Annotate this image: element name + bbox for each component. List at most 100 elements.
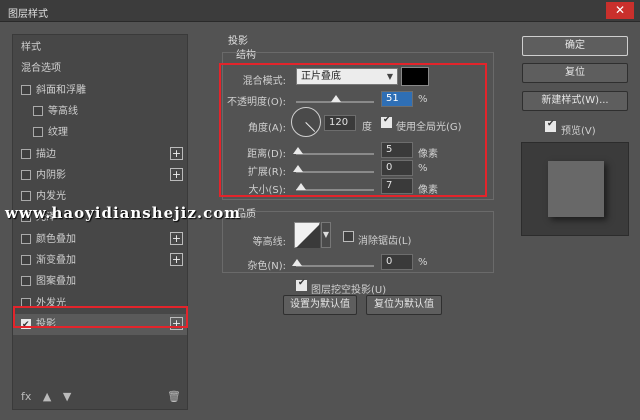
chevron-down-icon: ▼ (386, 72, 393, 81)
size-slider-track[interactable] (296, 189, 374, 191)
reset-default-button[interactable]: 复位为默认值 (366, 295, 442, 315)
style-checkbox[interactable] (21, 276, 31, 287)
blend-mode-select[interactable]: 正片叠底 ▼ (296, 68, 398, 85)
opacity-unit: % (418, 94, 428, 105)
angle-unit: 度 (362, 122, 372, 133)
opacity-slider-knob[interactable] (330, 95, 341, 102)
style-item-label: 描边 (36, 148, 56, 160)
blend-mode-label: 混合模式: (242, 76, 286, 87)
new-style-button[interactable]: 新建样式(W)... (522, 91, 628, 111)
distance-slider-track[interactable] (296, 153, 374, 155)
angle-dial[interactable] (291, 107, 321, 137)
fx-icon[interactable]: fx (21, 390, 31, 403)
style-checkbox[interactable] (21, 315, 31, 336)
spread-slider-track[interactable] (296, 171, 374, 173)
angle-input[interactable]: 120 (324, 115, 356, 131)
style-checkbox[interactable] (21, 84, 31, 95)
style-item-label: 等高线 (48, 105, 78, 117)
style-list-item[interactable]: 图案叠加 (13, 271, 187, 292)
title-bar: 图层样式 ✕ (0, 0, 640, 22)
style-list-item[interactable]: 渐变叠加 + (13, 250, 187, 271)
style-list-item[interactable]: 纹理 (13, 122, 187, 143)
style-list-item[interactable]: 外发光 (13, 293, 187, 314)
move-down-icon[interactable]: ▼ (63, 390, 71, 403)
antialias-label: 消除锯齿(L) (358, 236, 412, 247)
close-button[interactable]: ✕ (606, 2, 634, 19)
knockout-label: 图层挖空投影(U) (311, 285, 387, 296)
noise-slider-track[interactable] (296, 265, 374, 267)
style-item-label: 投影 (36, 318, 56, 330)
style-list-panel: fx ▲ ▼ 🗑 样式 混合选项 斜面和浮雕 等高线 纹理 描边 + 内阴影 + 内发光 光泽 颜色叠… (12, 34, 188, 410)
add-instance-icon[interactable]: + (170, 253, 183, 266)
style-list-item[interactable]: 描边 + (13, 144, 187, 165)
style-checkbox[interactable] (33, 127, 43, 138)
blend-mode-value: 正片叠底 (301, 71, 341, 82)
spread-slider-knob[interactable] (293, 165, 303, 172)
add-instance-icon[interactable]: + (170, 146, 183, 160)
style-item-label: 斜面和浮雕 (36, 84, 86, 96)
style-item-label: 外发光 (36, 297, 66, 309)
preview-thumbnail (521, 142, 629, 236)
style-list-item[interactable]: 等高线 (13, 101, 187, 122)
list-footer: fx ▲ ▼ (21, 390, 79, 403)
make-default-button[interactable]: 设置为默认值 (283, 295, 357, 315)
window-title: 图层样式 (8, 9, 48, 20)
spread-input[interactable]: 0 (381, 160, 413, 176)
global-light-label: 使用全局光(G) (396, 122, 462, 133)
preview-checkbox[interactable] (545, 119, 556, 132)
style-checkbox[interactable] (21, 191, 31, 202)
ok-button[interactable]: 确定 (522, 36, 628, 56)
style-checkbox[interactable] (33, 105, 43, 116)
contour-label: 等高线: (252, 237, 286, 248)
size-label: 大小(S): (248, 185, 286, 196)
add-instance-icon[interactable]: + (170, 167, 183, 181)
distance-label: 距离(D): (247, 149, 286, 160)
style-item-label: 样式 (21, 42, 41, 53)
style-list-item[interactable]: 投影 + (13, 313, 187, 336)
antialias-checkbox[interactable] (343, 231, 354, 242)
contour-picker[interactable] (294, 222, 320, 248)
preview-square (548, 161, 604, 217)
distance-unit: 像素 (418, 149, 438, 160)
style-checkbox[interactable] (21, 148, 31, 159)
opacity-input[interactable]: 51 (381, 91, 413, 107)
shadow-color-swatch[interactable] (401, 67, 429, 86)
style-checkbox[interactable] (21, 255, 31, 265)
noise-label: 杂色(N): (247, 261, 286, 272)
style-list-item[interactable]: 混合选项 (13, 58, 187, 79)
linear-contour-icon (296, 224, 320, 248)
trash-icon[interactable]: 🗑 (167, 390, 181, 403)
style-item-label: 纹理 (48, 127, 68, 139)
distance-slider-knob[interactable] (293, 147, 303, 154)
style-list-item[interactable]: 内阴影 + (13, 165, 187, 186)
drop-shadow-title: 投影 (228, 36, 248, 47)
add-instance-icon[interactable]: + (170, 316, 183, 330)
style-list-item[interactable]: 颜色叠加 + (13, 229, 187, 250)
spread-unit: % (418, 163, 428, 174)
distance-input[interactable]: 5 (381, 142, 413, 158)
style-checkbox[interactable] (21, 297, 31, 308)
style-item-label: 图案叠加 (36, 276, 76, 288)
contour-dropdown-arrow[interactable]: ▼ (321, 222, 331, 248)
opacity-label: 不透明度(O): (226, 97, 286, 108)
style-item-label: 颜色叠加 (36, 233, 76, 245)
style-item-label: 渐变叠加 (36, 255, 76, 266)
size-unit: 像素 (418, 185, 438, 196)
style-list-item[interactable]: 样式 (13, 37, 187, 58)
size-input[interactable]: 7 (381, 178, 413, 194)
style-checkbox[interactable] (21, 233, 31, 244)
noise-input[interactable]: 0 (381, 254, 413, 270)
add-instance-icon[interactable]: + (170, 231, 183, 245)
style-checkbox[interactable] (21, 169, 31, 180)
reset-button[interactable]: 复位 (522, 63, 628, 83)
noise-slider-knob[interactable] (292, 259, 302, 266)
size-slider-knob[interactable] (296, 183, 306, 190)
preview-label: 预览(V) (561, 126, 596, 137)
style-list-item[interactable]: 斜面和浮雕 (13, 80, 187, 101)
global-light-checkbox[interactable] (381, 115, 392, 128)
angle-dial-hand (305, 122, 316, 132)
style-item-label: 混合选项 (21, 63, 61, 75)
move-up-icon[interactable]: ▲ (43, 390, 51, 403)
angle-label: 角度(A): (247, 123, 286, 134)
knockout-checkbox[interactable] (296, 278, 307, 291)
